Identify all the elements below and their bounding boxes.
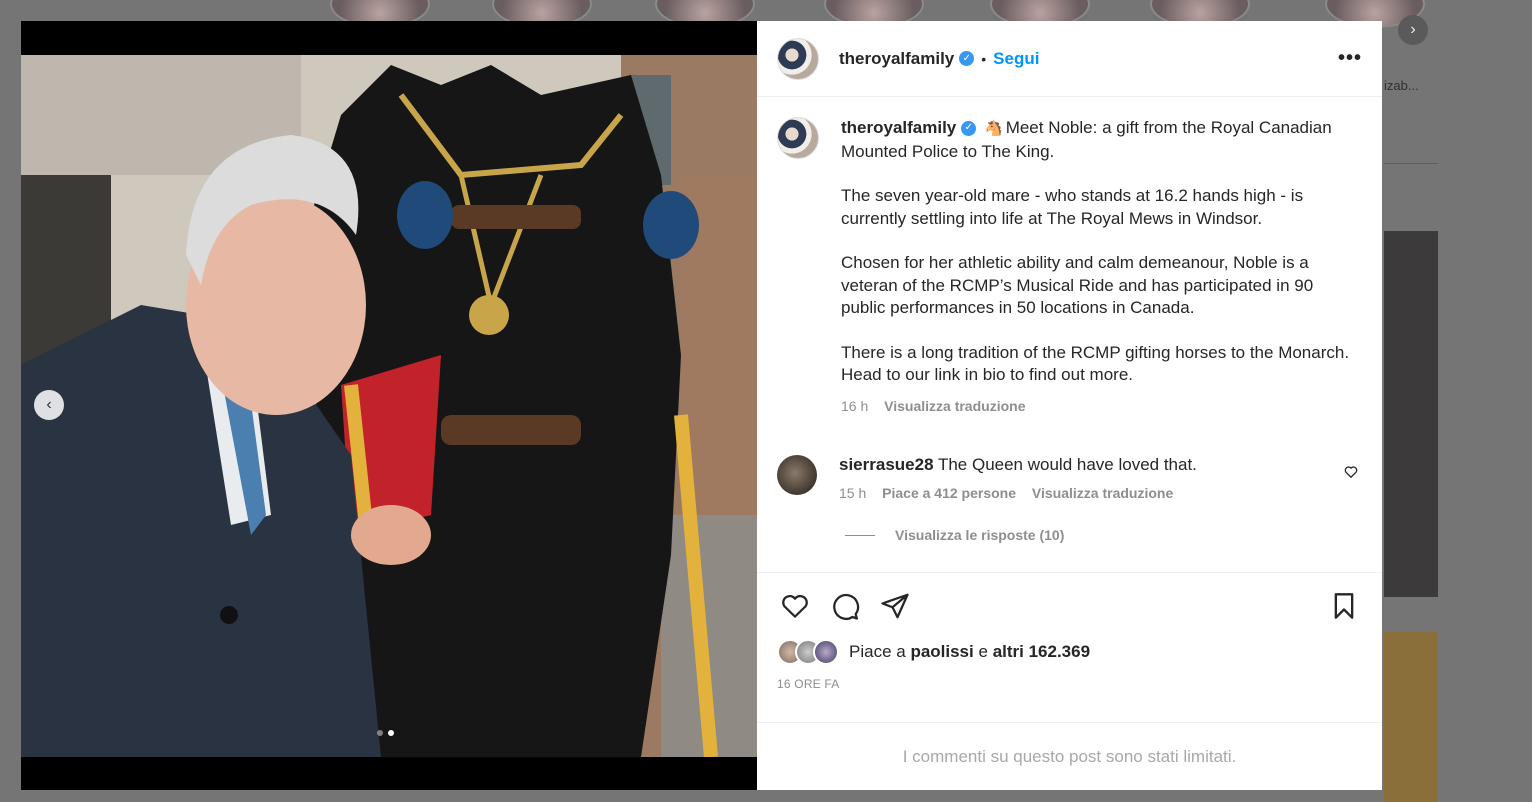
likes-prefix: Piace a (849, 642, 906, 661)
likes-summary: Piace a paolissi e altri 162.369 (777, 639, 1362, 665)
commenter-avatar[interactable] (777, 455, 817, 495)
post-header: theroyalfamily ✓ • Segui ••• (757, 21, 1382, 97)
divider (1384, 163, 1438, 164)
caption-meta: 16 h Visualizza traduzione (841, 395, 1351, 418)
carousel-indicator (377, 730, 394, 736)
separator: • (981, 50, 987, 67)
comment-bubble-icon[interactable] (827, 588, 863, 624)
commenter-username[interactable]: sierrasue28 (839, 455, 934, 474)
previous-slide-button[interactable]: ‹ (34, 390, 64, 420)
comment: sierrasue28 The Queen would have loved t… (777, 455, 1362, 501)
comment-meta: 15 h Piace a 412 persone Visualizza trad… (839, 485, 1197, 501)
carousel-dot (377, 730, 383, 736)
carousel-dot-active (388, 730, 394, 736)
caption-paragraph: There is a long tradition of the RCMP gi… (841, 342, 1350, 385)
likes-user-link[interactable]: paolissi (910, 642, 973, 661)
like-heart-icon[interactable] (777, 588, 813, 624)
caption-paragraph: The seven year-old mare - who stands at … (841, 186, 1304, 228)
caption-avatar[interactable] (777, 117, 819, 159)
comments-section: theroyalfamily ✓ 🐴 Meet Noble: a gift from… (757, 97, 1382, 571)
post-modal: ‹ theroyalfamily ✓ • Segui ••• theroyalf… (21, 21, 1382, 790)
follow-button[interactable]: Segui (993, 49, 1039, 69)
horse-emoji: 🐴 (984, 120, 1003, 137)
highlight-label: izab... (1384, 78, 1419, 93)
comment-body: sierrasue28 The Queen would have loved t… (839, 455, 1197, 501)
post-media: ‹ (21, 21, 757, 790)
comment-time: 15 h (839, 485, 867, 501)
translate-link[interactable]: Visualizza traduzione (1032, 485, 1173, 501)
view-replies-label: Visualizza le risposte (10) (895, 527, 1065, 543)
liker-avatar (813, 639, 839, 665)
caption-body: theroyalfamily ✓ 🐴 Meet Noble: a gift from… (841, 117, 1351, 417)
comment-text: The Queen would have loved that. (937, 455, 1197, 474)
likes-text: Piace a paolissi e altri 162.369 (849, 642, 1090, 662)
post-photo (21, 55, 757, 757)
post-timestamp: 16 ORE FA (777, 677, 840, 691)
caption-username[interactable]: theroyalfamily (841, 118, 956, 137)
caption-paragraph: theroyalfamily ✓ 🐴 Meet Noble: a gift from… (841, 117, 1351, 163)
action-bar (777, 573, 1362, 639)
more-options-icon[interactable]: ••• (1338, 47, 1362, 70)
save-bookmark-icon[interactable] (1326, 588, 1362, 624)
post-details-panel: theroyalfamily ✓ • Segui ••• theroyalfam… (757, 21, 1382, 790)
comment-like-heart-icon[interactable] (1344, 465, 1358, 482)
likes-others-link[interactable]: altri 162.369 (993, 642, 1090, 661)
grid-thumbnail[interactable] (1384, 231, 1438, 597)
post-caption: theroyalfamily ✓ 🐴 Meet Noble: a gift from… (777, 117, 1362, 417)
likes-conj: e (978, 642, 988, 661)
grid-thumbnail[interactable] (1384, 632, 1438, 802)
post-actions-area: Piace a paolissi e altri 162.369 16 ORE … (757, 572, 1382, 691)
share-send-icon[interactable] (877, 588, 913, 624)
verified-badge-icon: ✓ (959, 51, 975, 66)
photo-illustration (21, 55, 757, 757)
caption-paragraph: Chosen for her athletic ability and calm… (841, 253, 1314, 317)
comments-restricted-notice: I commenti su questo post sono stati lim… (757, 722, 1382, 790)
comment-likes-link[interactable]: Piace a 412 persone (882, 485, 1016, 501)
translate-link[interactable]: Visualizza traduzione (884, 398, 1025, 414)
view-replies-link[interactable]: Visualizza le risposte (10) (845, 527, 1362, 543)
verified-badge-icon: ✓ (961, 121, 977, 137)
caption-time: 16 h (841, 397, 869, 414)
replies-line (845, 534, 875, 536)
author-username[interactable]: theroyalfamily (839, 49, 954, 69)
author-avatar[interactable] (777, 37, 819, 80)
chevron-right-icon[interactable]: › (1398, 15, 1428, 45)
